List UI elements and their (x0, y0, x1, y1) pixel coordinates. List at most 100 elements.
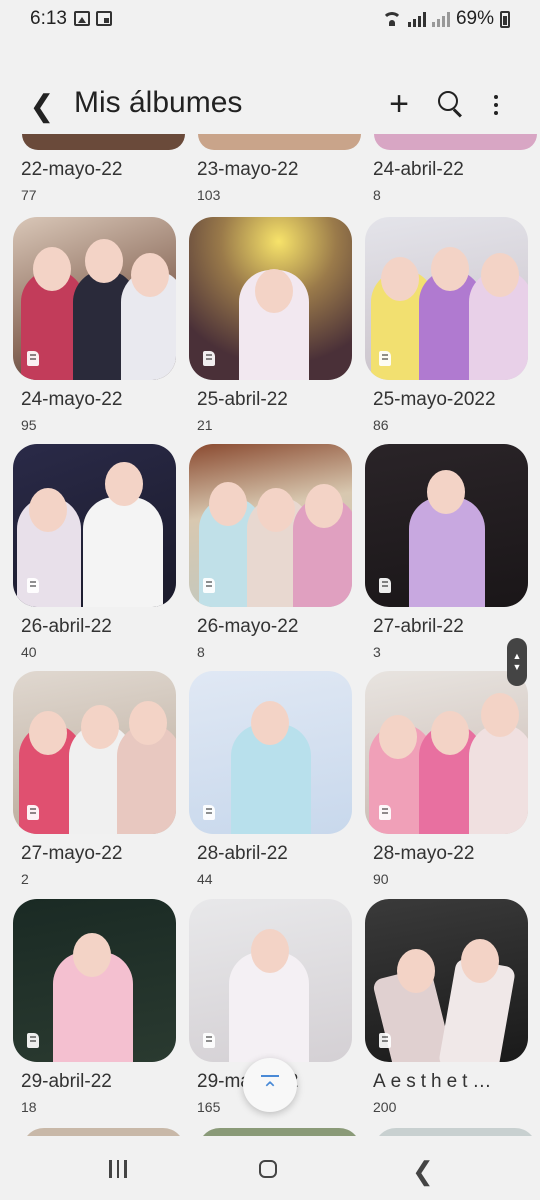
album-thumbnail[interactable] (365, 444, 528, 607)
status-bar: 6:13 69% (0, 0, 540, 40)
gallery-notification-icon (74, 11, 90, 26)
album-thumbnail[interactable] (365, 899, 528, 1062)
battery-icon (500, 10, 510, 28)
album-tile[interactable]: 23-mayo-22 103 (189, 150, 352, 203)
album-name: 25-mayo-2022 (373, 389, 496, 410)
album-tile[interactable]: 28-abril-22 44 (189, 671, 352, 887)
album-name: Aesthet… (373, 1071, 497, 1092)
chevron-up-icon: ⌃ (261, 1078, 279, 1101)
album-tile[interactable]: Aesthet… 200 (365, 899, 528, 1115)
recent-apps-icon[interactable] (109, 1160, 127, 1178)
wifi-icon (381, 12, 402, 26)
sd-card-icon (27, 578, 39, 593)
more-options-icon[interactable] (486, 88, 506, 122)
album-tile[interactable]: 25-mayo-2022 86 (365, 217, 528, 433)
album-name: 26-abril-22 (21, 616, 112, 637)
scroll-to-top-icon (261, 1075, 279, 1077)
album-tile[interactable]: 25-abril-22 21 (189, 217, 352, 433)
album-count: 44 (197, 871, 213, 887)
album-count: 21 (197, 417, 213, 433)
album-name: 25-abril-22 (197, 389, 288, 410)
album-tile[interactable]: 24-mayo-22 95 (13, 217, 176, 433)
album-thumbnail[interactable] (13, 444, 176, 607)
signal-secondary-icon (431, 11, 450, 27)
album-tile[interactable]: 27-abril-22 3 (365, 444, 528, 660)
album-tile[interactable]: 26-mayo-22 8 (189, 444, 352, 660)
album-count: 40 (21, 644, 37, 660)
fast-scroll-handle[interactable]: ▲ ▼ (507, 638, 527, 686)
album-name: 27-mayo-22 (21, 843, 123, 864)
chevron-down-icon: ▼ (512, 662, 522, 672)
album-count: 2 (21, 871, 29, 887)
album-name: 22-mayo-22 (21, 159, 123, 180)
album-tile[interactable]: 22-mayo-22 77 (13, 150, 176, 203)
album-thumbnail[interactable] (189, 444, 352, 607)
album-tile[interactable]: 24-abril-22 8 (365, 150, 528, 203)
chevron-up-icon: ▲ (512, 651, 522, 661)
album-name: 28-mayo-22 (373, 843, 475, 864)
album-thumbnail[interactable] (189, 671, 352, 834)
album-count: 8 (373, 187, 381, 203)
album-thumbnail[interactable] (22, 1128, 185, 1136)
album-count: 103 (197, 187, 221, 203)
sd-card-icon (379, 578, 391, 593)
notification-icons (74, 11, 112, 26)
album-count: 86 (373, 417, 389, 433)
status-indicators: 69% (381, 8, 510, 30)
album-name: 28-abril-22 (197, 843, 288, 864)
sd-card-icon (379, 351, 391, 366)
album-grid[interactable]: 22-mayo-22 77 23-mayo-22 103 24-abril-22… (0, 134, 540, 1136)
sd-card-icon (203, 1033, 215, 1048)
album-thumbnail[interactable] (189, 217, 352, 380)
battery-percentage: 69% (455, 8, 494, 29)
album-count: 200 (373, 1099, 397, 1115)
album-thumbnail[interactable] (374, 134, 537, 150)
sd-card-icon (27, 1033, 39, 1048)
album-thumbnail[interactable] (198, 134, 361, 150)
album-tile[interactable]: 26-abril-22 40 (13, 444, 176, 660)
album-name: 26-mayo-22 (197, 616, 299, 637)
search-icon[interactable] (434, 88, 468, 122)
plus-icon[interactable]: + (382, 87, 416, 122)
album-count: 77 (21, 187, 37, 203)
album-name: 24-abril-22 (373, 159, 464, 180)
album-thumbnail[interactable] (189, 899, 352, 1062)
system-navigation-bar: ❮ (0, 1136, 540, 1200)
sd-card-icon (203, 351, 215, 366)
sd-card-icon (203, 805, 215, 820)
back-arrow-icon[interactable]: ❮ (24, 88, 60, 124)
scroll-to-top-button[interactable]: ⌃ (243, 1058, 297, 1112)
sd-card-icon (203, 578, 215, 593)
album-tile[interactable]: 28-mayo-22 90 (365, 671, 528, 887)
page-title: Mis álbumes (74, 86, 243, 119)
sd-card-icon (27, 351, 39, 366)
album-tile[interactable]: 29-abril-22 18 (13, 899, 176, 1115)
album-count: 3 (373, 644, 381, 660)
sd-card-icon (27, 805, 39, 820)
album-thumbnail[interactable] (365, 671, 528, 834)
album-thumbnail[interactable] (13, 899, 176, 1062)
album-tile[interactable]: 27-mayo-22 2 (13, 671, 176, 887)
signal-icon (407, 11, 426, 27)
home-icon[interactable] (259, 1160, 277, 1178)
album-thumbnail[interactable] (13, 671, 176, 834)
sd-card-icon (379, 1033, 391, 1048)
album-count: 8 (197, 644, 205, 660)
album-name: 23-mayo-22 (197, 159, 299, 180)
album-count: 95 (21, 417, 37, 433)
sd-card-icon (379, 805, 391, 820)
voicemail-notification-icon (96, 11, 112, 26)
album-thumbnail[interactable] (13, 217, 176, 380)
app-bar: ❮ Mis álbumes + (0, 78, 540, 134)
album-name: 29-abril-22 (21, 1071, 112, 1092)
album-name: 27-abril-22 (373, 616, 464, 637)
album-thumbnail[interactable] (365, 217, 528, 380)
album-thumbnail[interactable] (22, 134, 185, 150)
album-count: 18 (21, 1099, 37, 1115)
status-time: 6:13 (30, 8, 67, 29)
system-back-icon[interactable]: ❮ (412, 1156, 434, 1187)
album-thumbnail[interactable] (374, 1128, 537, 1136)
album-count: 90 (373, 871, 389, 887)
album-thumbnail[interactable] (198, 1128, 361, 1136)
album-name: 24-mayo-22 (21, 389, 123, 410)
